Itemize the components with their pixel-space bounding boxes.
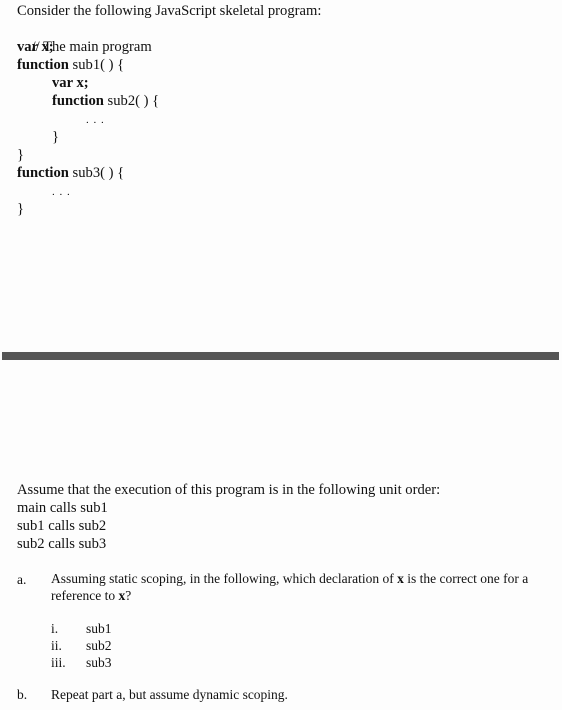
code-keyword: function bbox=[17, 165, 69, 181]
call-order-item: main calls sub1 bbox=[17, 500, 108, 516]
call-order-item: sub2 calls sub3 bbox=[17, 536, 107, 552]
code-line-function-sub2: function sub2( ) { bbox=[52, 92, 159, 110]
option-label-i: i. bbox=[51, 621, 59, 636]
option-label-iii: iii. bbox=[51, 655, 66, 670]
code-line-function-sub3: function sub3( ) { bbox=[17, 164, 124, 182]
question-a-label: a. bbox=[17, 572, 27, 587]
question-a-text-line2: reference to x? bbox=[51, 587, 131, 605]
code-text: sub1( ) { bbox=[68, 57, 125, 73]
variable-x: x bbox=[397, 571, 404, 586]
question-text: Assuming static scoping, in the followin… bbox=[51, 571, 398, 586]
code-text: x; bbox=[72, 75, 89, 91]
code-line-ellipsis-sub3: . . . bbox=[52, 186, 71, 198]
question-text: reference to bbox=[51, 588, 119, 603]
code-keyword: var bbox=[17, 39, 38, 55]
code-line-var-x-local: var x; bbox=[52, 74, 89, 92]
code-text: sub2( ) { bbox=[103, 93, 160, 109]
question-a-text-line1: Assuming static scoping, in the followin… bbox=[51, 570, 528, 588]
option-value-sub1: sub1 bbox=[86, 621, 112, 636]
code-text: sub3( ) { bbox=[68, 165, 125, 181]
option-label-ii: ii. bbox=[51, 638, 62, 653]
execution-order-intro: Assume that the execution of this progra… bbox=[17, 482, 441, 498]
question-text: ? bbox=[125, 588, 132, 603]
code-line-var-x-global: var x; bbox=[17, 38, 54, 56]
intro-text: Consider the following JavaScript skelet… bbox=[17, 3, 322, 19]
code-keyword: var bbox=[52, 75, 73, 91]
call-order-item: sub1 calls sub2 bbox=[17, 518, 107, 534]
code-line-function-sub1: function sub1( ) { bbox=[17, 56, 124, 74]
code-keyword: function bbox=[52, 93, 104, 109]
code-text: x; bbox=[37, 39, 54, 55]
code-line-close-sub3: } bbox=[17, 201, 25, 217]
option-value-sub3: sub3 bbox=[86, 655, 112, 670]
question-text: is the correct one for a bbox=[403, 571, 529, 586]
code-line-close-sub2: } bbox=[52, 129, 60, 145]
option-value-sub2: sub2 bbox=[86, 638, 112, 653]
code-keyword: function bbox=[17, 57, 69, 73]
question-b-text: Repeat part a, but assume dynamic scopin… bbox=[51, 687, 288, 702]
question-b-label: b. bbox=[17, 687, 28, 702]
code-line-close-sub1: } bbox=[17, 147, 25, 163]
section-divider bbox=[2, 352, 559, 360]
code-line-ellipsis-sub2: . . . bbox=[86, 114, 105, 126]
